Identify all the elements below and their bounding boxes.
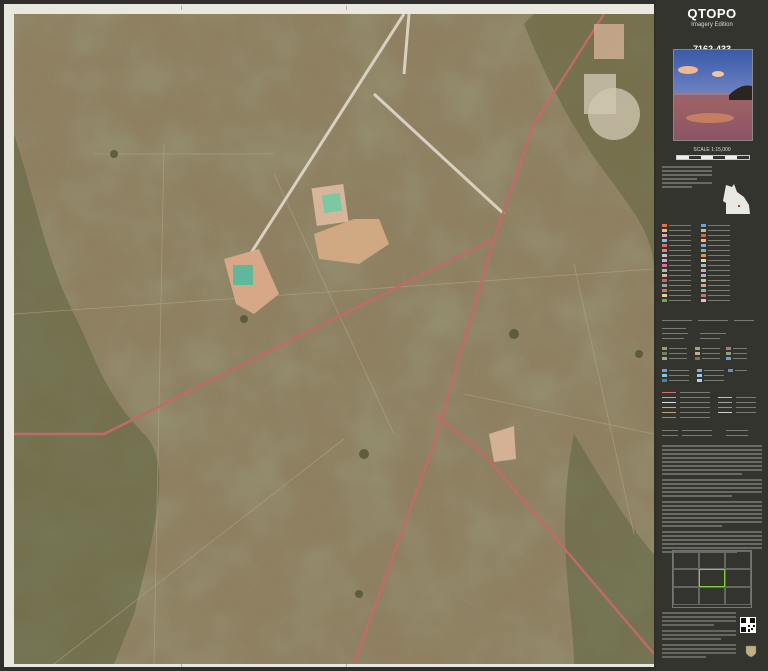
map-imagery: [14, 14, 654, 664]
grid-tick-bottom: |: [180, 663, 183, 668]
adjoining-sheets-diagram: [672, 550, 752, 608]
queensland-outline-icon: [723, 184, 750, 214]
satellite-map[interactable]: [14, 14, 654, 664]
legend-vegetation: [662, 346, 747, 361]
disclaimer-text: [662, 445, 762, 555]
coat-of-arms-icon: [745, 645, 757, 658]
cover-photo: [673, 49, 753, 141]
grid-tick-top: |: [180, 5, 183, 10]
brand-title: QTOPO: [687, 6, 737, 21]
grid-tick-top: |: [345, 5, 348, 10]
legend-infrastructure: [662, 428, 748, 438]
legend-points-of-interest: [662, 223, 730, 303]
scale-bar: [676, 155, 750, 160]
legend-hydrography: [662, 368, 747, 383]
map-frame: [4, 4, 654, 667]
legend-transportation: [662, 390, 756, 420]
current-sheet-cell: [699, 569, 725, 587]
qr-code-icon[interactable]: [740, 617, 756, 633]
legend-relief: [662, 318, 754, 341]
grid-tick-bottom: |: [345, 663, 348, 668]
scale-label: SCALE 1:15,000: [693, 147, 731, 153]
legend-panel: QTOPO Imagery Edition 7162-433 SCALE 1:1…: [656, 0, 768, 671]
footer-notes: [662, 612, 736, 660]
datum-notes: [662, 166, 712, 190]
edition-label: Imagery Edition: [691, 22, 733, 28]
